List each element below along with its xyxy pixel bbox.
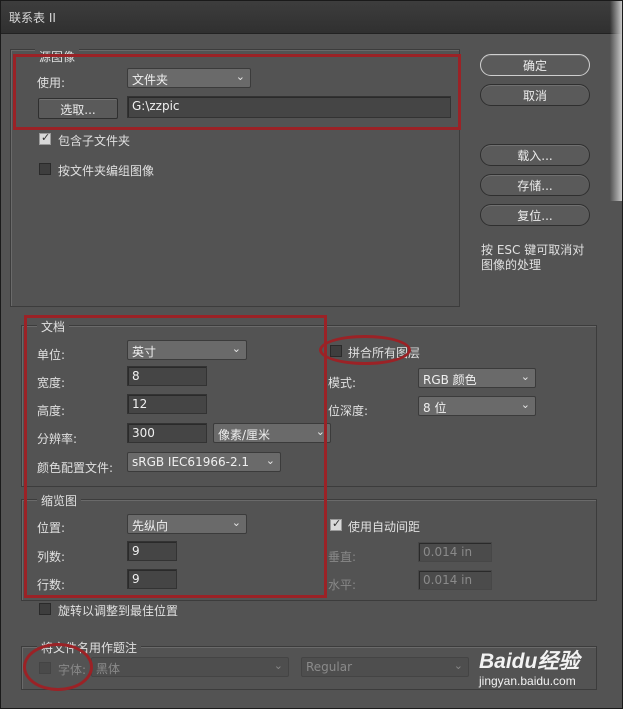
caption-style-select[interactable]: Regular ⌄ — [301, 657, 469, 677]
chevron-down-icon: ⌄ — [231, 516, 241, 529]
chevron-down-icon: ⌄ — [231, 342, 241, 355]
chevron-down-icon: ⌄ — [520, 370, 530, 383]
bit-depth-select[interactable]: 8 位 ⌄ — [418, 396, 536, 416]
resolution-unit-select[interactable]: 像素/厘米 ⌄ — [213, 423, 331, 443]
color-profile-value: sRGB IEC61966-2.1 — [132, 455, 250, 469]
caption-font-label: 字体: — [58, 663, 87, 677]
caption-font-select[interactable]: 黑体 ⌄ — [91, 657, 289, 677]
load-button[interactable]: 载入... — [480, 144, 590, 166]
flatten-layers-label: 拼合所有图层 — [348, 346, 421, 360]
source-image-legend: 源图像 — [35, 48, 80, 65]
mode-label: 模式: — [328, 376, 357, 390]
flatten-layers-checkbox[interactable] — [330, 345, 342, 357]
unit-label: 单位: — [37, 348, 66, 362]
horizontal-field[interactable]: 0.014 in — [418, 570, 492, 590]
resolution-field[interactable]: 300 — [127, 423, 207, 443]
group-by-folder-checkbox[interactable] — [39, 163, 51, 175]
caption-font-checkbox[interactable] — [39, 662, 51, 674]
watermark-url: jingyan.baidu.com — [479, 674, 576, 688]
caption-legend: 将文件名用作题注 — [37, 639, 142, 656]
bit-depth-label: 位深度: — [328, 404, 369, 418]
save-button[interactable]: 存储... — [480, 174, 590, 196]
use-select[interactable]: 文件夹 ⌄ — [127, 68, 251, 88]
rows-field[interactable]: 9 — [127, 569, 177, 589]
horizontal-label: 水平: — [328, 578, 357, 592]
rotate-label: 旋转以调整到最佳位置 — [58, 604, 179, 618]
color-profile-label: 颜色配置文件: — [37, 461, 114, 475]
chevron-down-icon: ⌄ — [273, 659, 283, 672]
thumbnails-group — [21, 499, 597, 601]
background-glow — [610, 1, 622, 201]
choose-button[interactable]: 选取... — [38, 98, 118, 119]
bit-depth-value: 8 位 — [423, 401, 447, 415]
auto-spacing-label: 使用自动间距 — [348, 520, 421, 534]
chevron-down-icon: ⌄ — [315, 425, 325, 438]
auto-spacing-checkbox[interactable] — [330, 517, 342, 531]
watermark-brand: Baidu经验 — [479, 650, 580, 673]
caption-style-value: Regular — [306, 660, 353, 674]
esc-hint-line1: 按 ESC 键可取消对 — [481, 243, 585, 257]
width-label: 宽度: — [37, 376, 66, 390]
mode-select-value: RGB 颜色 — [423, 373, 477, 387]
use-label: 使用: — [37, 76, 66, 90]
chevron-down-icon: ⌄ — [265, 454, 275, 467]
reset-button[interactable]: 复位... — [480, 204, 590, 226]
resolution-unit-value: 像素/厘米 — [218, 428, 271, 442]
group-by-folder-label: 按文件夹编组图像 — [58, 164, 155, 178]
thumbnails-legend: 缩览图 — [37, 492, 82, 509]
caption-font-value: 黑体 — [96, 662, 121, 676]
use-select-value: 文件夹 — [132, 73, 169, 87]
esc-hint: 按 ESC 键可取消对 图像的处理 — [481, 243, 584, 273]
mode-select[interactable]: RGB 颜色 ⌄ — [418, 368, 536, 388]
baidu-jingyan-watermark: Baidu经验 jingyan.baidu.com — [479, 651, 579, 689]
contact-sheet-dialog: 联系表 II 源图像 使用: 文件夹 ⌄ 选取... G:\zzpic 包含子文… — [0, 0, 623, 709]
rotate-checkbox[interactable] — [39, 603, 51, 615]
rows-label: 行数: — [37, 578, 66, 592]
source-path-field[interactable]: G:\zzpic — [127, 96, 451, 118]
resolution-label: 分辨率: — [37, 432, 78, 446]
unit-select[interactable]: 英寸 ⌄ — [127, 340, 247, 360]
esc-hint-line2: 图像的处理 — [481, 258, 542, 272]
columns-field[interactable]: 9 — [127, 541, 177, 561]
ok-button[interactable]: 确定 — [480, 54, 590, 76]
vertical-field[interactable]: 0.014 in — [418, 542, 492, 562]
height-field[interactable]: 12 — [127, 394, 207, 414]
chevron-down-icon: ⌄ — [520, 398, 530, 411]
chevron-down-icon: ⌄ — [453, 659, 463, 672]
cancel-button[interactable]: 取消 — [480, 84, 590, 106]
vertical-label: 垂直: — [328, 550, 357, 564]
columns-label: 列数: — [37, 550, 66, 564]
place-select[interactable]: 先纵向 ⌄ — [127, 514, 247, 534]
title-bar: 联系表 II — [1, 1, 622, 34]
height-label: 高度: — [37, 404, 66, 418]
unit-select-value: 英寸 — [132, 345, 157, 359]
window-title: 联系表 II — [9, 11, 56, 25]
place-select-value: 先纵向 — [132, 519, 169, 533]
document-legend: 文档 — [37, 318, 70, 335]
include-subfolders-label: 包含子文件夹 — [58, 134, 131, 148]
place-label: 位置: — [37, 521, 66, 535]
chevron-down-icon: ⌄ — [235, 70, 245, 83]
width-field[interactable]: 8 — [127, 366, 207, 386]
color-profile-select[interactable]: sRGB IEC61966-2.1 ⌄ — [127, 452, 281, 472]
include-subfolders-checkbox[interactable] — [39, 131, 51, 145]
